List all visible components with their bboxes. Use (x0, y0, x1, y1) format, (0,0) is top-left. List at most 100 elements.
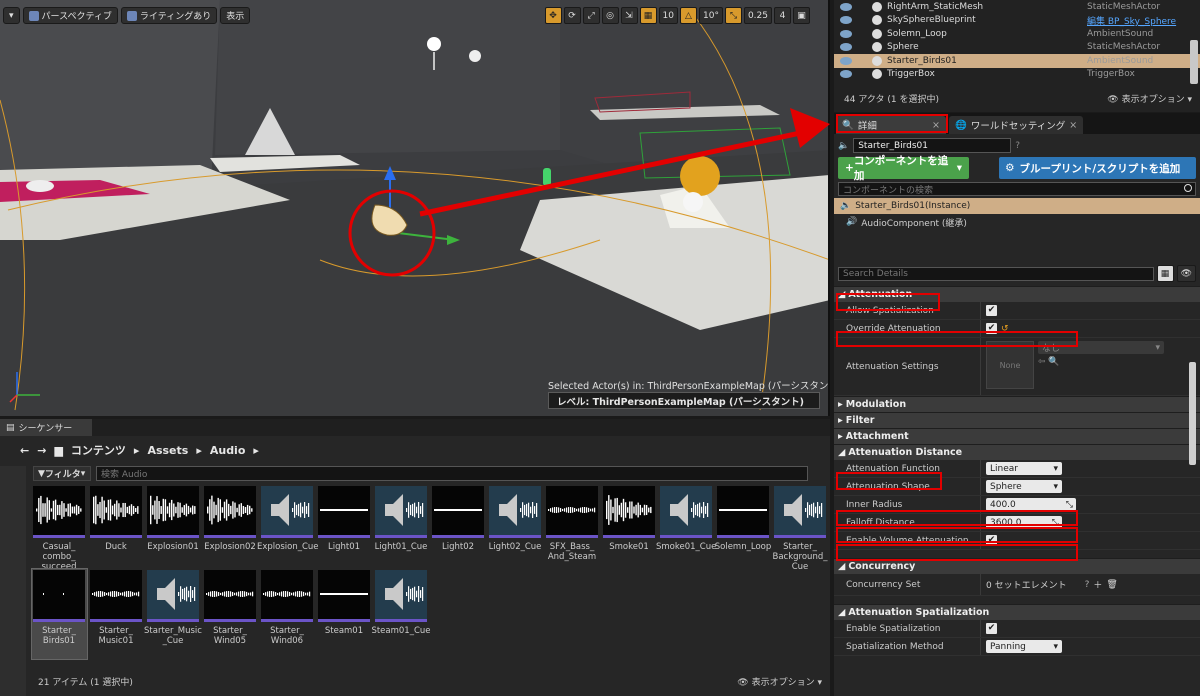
trash-icon[interactable]: 🗑 (1106, 580, 1117, 590)
asset-thumbnail[interactable] (33, 570, 85, 622)
falloff-distance-input[interactable]: 3600.0 ⤡ (986, 516, 1062, 529)
add-element-icon[interactable]: ＋ (1093, 578, 1102, 591)
section-modulation[interactable]: ▸ Modulation (834, 396, 1200, 412)
drag-handle-icon[interactable]: ⤡ (1066, 500, 1073, 510)
asset-thumbnail[interactable] (90, 570, 142, 622)
visibility-eye-icon[interactable] (840, 2, 852, 11)
visibility-eye-icon[interactable] (840, 43, 852, 52)
asset-thumbnail[interactable] (375, 570, 427, 622)
help-icon[interactable]: ? (1015, 141, 1020, 151)
help-icon[interactable]: ? (1085, 580, 1090, 590)
visibility-eye-icon[interactable] (840, 29, 852, 38)
scale-snap-value[interactable]: 0.25 (743, 7, 772, 24)
asset-thumbnail[interactable] (147, 570, 199, 622)
translate-tool-icon[interactable]: ✥ (544, 7, 562, 24)
attenuation-asset-dropdown[interactable]: なし ▾ (1038, 341, 1164, 354)
breadcrumb-separator[interactable]: ▸ (196, 444, 202, 457)
grid-snap-value[interactable]: 10 (658, 7, 678, 24)
attenuation-function-dropdown[interactable]: Linear ▾ (986, 462, 1062, 475)
visibility-eye-icon[interactable] (840, 70, 852, 79)
view-options-eye-icon[interactable]: 👁 (1176, 265, 1196, 282)
add-component-button[interactable]: + コンポーネントを追加 ▾ (838, 155, 970, 182)
component-item-audio[interactable]: 🔊 AudioComponent (継承) (834, 214, 1200, 230)
outliner-row[interactable]: Solemn_Loop AmbientSound (834, 27, 1200, 41)
maximize-viewport-icon[interactable]: ▣ (793, 7, 810, 24)
asset-thumbnail[interactable] (261, 570, 313, 622)
override-attenuation-checkbox[interactable]: ✔ (986, 323, 997, 334)
asset-view-options[interactable]: 👁 表示オプション ▾ (737, 675, 822, 688)
show-button[interactable]: 表示 (220, 7, 251, 24)
property-matrix-icon[interactable]: ▦ (1156, 265, 1174, 282)
asset-thumbnail[interactable]: None (986, 341, 1034, 389)
asset-thumbnail[interactable] (204, 486, 256, 538)
drag-handle-icon[interactable]: ⤡ (1052, 518, 1059, 528)
reset-to-default-icon[interactable]: ↺ (1001, 324, 1009, 334)
actor-name-field[interactable]: Starter_Birds01 (853, 138, 1012, 153)
asset-thumbnail[interactable] (204, 570, 256, 622)
visibility-eye-icon[interactable] (840, 56, 852, 65)
allow-spatialization-checkbox[interactable]: ✔ (986, 305, 997, 316)
spatialization-method-dropdown[interactable]: Panning ▾ (986, 640, 1062, 653)
section-filter[interactable]: ▸ Filter (834, 412, 1200, 428)
volume-attenuation-checkbox[interactable]: ✔ (986, 535, 997, 546)
back-arrow-icon[interactable]: ← (20, 444, 29, 457)
outliner-row-type[interactable]: 編集 BP_Sky_Sphere (1087, 14, 1176, 27)
rotate-tool-icon[interactable]: ⟳ (563, 7, 581, 24)
inner-radius-input[interactable]: 400.0 ⤡ (986, 498, 1076, 511)
breadcrumb-separator[interactable]: ▸ (134, 444, 140, 457)
asset-thumbnail[interactable] (33, 486, 85, 538)
outliner-row[interactable]: TriggerBox TriggerBox (834, 68, 1200, 82)
asset-thumbnail[interactable] (147, 486, 199, 538)
surface-snap-icon[interactable]: ⇲ (620, 7, 638, 24)
breadcrumb-assets[interactable]: Assets (147, 444, 188, 457)
world-local-icon[interactable]: ◎ (601, 7, 619, 24)
rotate-snap-value[interactable]: 10° (699, 7, 723, 24)
search-details-input[interactable]: Search Details (838, 266, 1154, 281)
rotate-snap-icon[interactable]: △ (680, 7, 697, 24)
grid-snap-icon[interactable]: ▦ (639, 7, 657, 24)
section-attachment[interactable]: ▸ Attachment (834, 428, 1200, 444)
section-attenuation-distance[interactable]: ◢ Attenuation Distance (834, 444, 1200, 460)
breadcrumb-audio[interactable]: Audio (210, 444, 246, 457)
asset-thumbnail[interactable] (660, 486, 712, 538)
section-concurrency[interactable]: ◢ Concurrency (834, 558, 1200, 574)
asset-thumbnail[interactable] (261, 486, 313, 538)
section-attenuation-spatialization[interactable]: ◢ Attenuation Spatialization (834, 604, 1200, 620)
sources-panel-collapsed[interactable] (0, 466, 26, 696)
perspective-button[interactable]: パースペクティブ (22, 7, 118, 24)
asset-thumbnail[interactable] (546, 486, 598, 538)
tab-details[interactable]: 🔍 詳細 × (836, 116, 946, 134)
breadcrumb-separator[interactable]: ▸ (253, 444, 259, 457)
visibility-eye-icon[interactable] (840, 16, 852, 25)
scale-tool-icon[interactable]: ⤢ (582, 7, 600, 24)
asset-thumbnail[interactable] (90, 486, 142, 538)
asset-search-input[interactable]: 検索 Audio (96, 466, 808, 481)
asset-thumbnail[interactable] (432, 486, 484, 538)
asset-thumbnail[interactable] (375, 486, 427, 538)
filter-button[interactable]: ▼ フィルタ ▾ (33, 466, 91, 481)
asset-thumbnail[interactable] (717, 486, 769, 538)
breadcrumb-content[interactable]: コンテンツ (71, 442, 126, 458)
outliner-row[interactable]: Sphere StaticMeshActor (834, 41, 1200, 55)
asset-thumbnail[interactable] (318, 570, 370, 622)
enable-spatialization-checkbox[interactable]: ✔ (986, 623, 997, 634)
asset-thumbnail[interactable] (603, 486, 655, 538)
browse-asset-icon[interactable]: ⇦ 🔍 (1038, 357, 1164, 367)
level-viewport[interactable]: ▾ パースペクティブ ライティングあり 表示 ✥ ⟳ ⤢ ◎ ⇲ ▦ 10 △ … (0, 0, 830, 416)
viewport-menu-button[interactable]: ▾ (3, 7, 20, 24)
close-icon[interactable]: × (1069, 120, 1077, 131)
tab-world-settings[interactable]: 🌐 ワールドセッティング × (949, 116, 1084, 134)
forward-arrow-icon[interactable]: → (37, 444, 46, 457)
outliner-row[interactable]: Starter_Birds01 AmbientSound (834, 54, 1200, 68)
details-scrollbar[interactable] (1189, 362, 1196, 465)
camera-speed-value[interactable]: 4 (774, 7, 791, 24)
outliner-row[interactable]: SkySphereBlueprint 編集 BP_Sky_Sphere (834, 14, 1200, 28)
outliner-scrollbar[interactable] (1190, 40, 1198, 84)
asset-thumbnail[interactable] (774, 486, 826, 538)
section-attenuation[interactable]: ◢ Attenuation (834, 286, 1200, 302)
asset-thumbnail[interactable] (318, 486, 370, 538)
outliner-row[interactable]: RightArm_StaticMesh StaticMeshActor (834, 0, 1200, 14)
asset-thumbnail[interactable] (489, 486, 541, 538)
scale-snap-icon[interactable]: ⤡ (724, 7, 742, 24)
component-item-instance[interactable]: 🔈 Starter_Birds01(Instance) (834, 198, 1200, 214)
